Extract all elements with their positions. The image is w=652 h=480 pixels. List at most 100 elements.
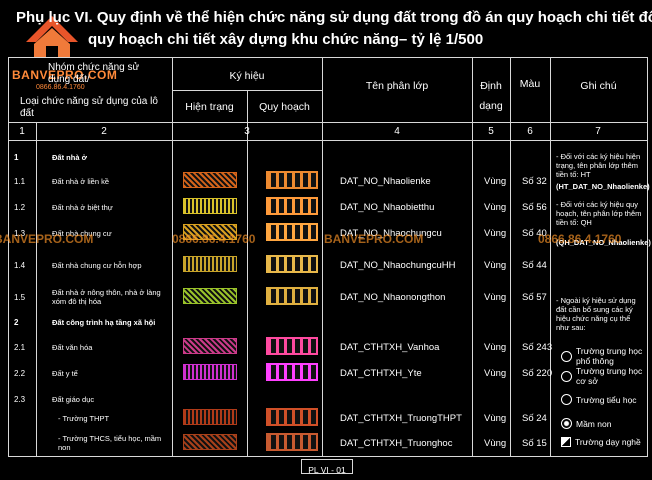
row-format: Vùng (484, 438, 507, 449)
col-number-4: 4 (394, 126, 400, 137)
header-note: Ghi chú (580, 80, 617, 92)
legend-text: Trường tiểu học (576, 394, 637, 405)
row-color: Số 24 (522, 413, 547, 424)
col-number-2: 2 (101, 126, 107, 137)
row-color: Số 220 (522, 368, 553, 379)
legend-item: Trường tiểu học (561, 394, 637, 405)
hatch-plan-symbol (266, 255, 318, 273)
watermark-site-right: BANVEPRO.COM (324, 232, 424, 246)
hatch-current-symbol (183, 364, 237, 380)
note-1-code: (HT_DAT_NO_Nhaolienke) (556, 182, 650, 191)
col-number-1: 1 (19, 126, 25, 137)
school-primary-icon (561, 394, 572, 405)
title-line-2: quy hoạch chi tiết xây dựng khu chức năn… (88, 31, 484, 48)
row-format: Vùng (484, 260, 507, 271)
hatch-current-symbol (183, 338, 237, 354)
row-layer: DAT_NO_Nhaolienke (340, 176, 431, 187)
row-id: 2.2 (14, 369, 26, 378)
header-plan: Quy hoạch (259, 101, 310, 113)
row-label: Đất văn hóa (52, 343, 93, 352)
col-number-6: 6 (527, 126, 533, 137)
row-id: 2.1 (14, 343, 26, 352)
legend-item: Trường dạy nghề (561, 437, 641, 447)
header-group: Nhóm chức năng sử dụng đất/ (48, 62, 140, 85)
header-symbol: Ký hiệu (229, 70, 265, 82)
legend-item: Mầm non (561, 418, 611, 429)
row-label: Đất nhà chung cư hỗn hợp (52, 261, 142, 270)
row-layer: DAT_CTHTXH_Truonghoc (340, 438, 453, 449)
row-label: Đất nhà ở nông thôn, nhà ở làng xóm đô t… (52, 288, 161, 306)
watermark-phone-left: 0866.86.4.1760 (172, 232, 256, 246)
row-layer: DAT_NO_Nhaonongthon (340, 292, 446, 303)
hatch-plan-symbol (266, 433, 318, 451)
legend-item: Trường trung học cơ sở (561, 366, 645, 386)
row-layer: DAT_CTHTXH_TruongTHPT (340, 413, 462, 424)
hatch-current-symbol (183, 288, 237, 304)
row-color: Số 243 (522, 342, 553, 353)
watermark-site-left: BANVEPRO.COM (0, 232, 94, 246)
row-id: 2.3 (14, 395, 26, 404)
hatch-current-symbol (183, 172, 237, 188)
legend-item: Trường trung học phổ thông (561, 346, 645, 366)
row-id: 1.1 (14, 177, 26, 186)
hatch-plan-symbol (266, 197, 318, 215)
row-color: Số 15 (522, 438, 547, 449)
row-id: 2 (14, 318, 19, 327)
row-label: - Trường THPT (58, 414, 110, 423)
row-format: Vùng (484, 368, 507, 379)
row-format: Vùng (484, 228, 507, 239)
row-label: Đất công trình hạ tầng xã hội (52, 318, 156, 327)
header-layer: Tên phân lớp (365, 80, 429, 92)
row-format: Vùng (484, 342, 507, 353)
note-1: - Đối với các ký hiệu hiện trạng, tên ph… (556, 152, 641, 179)
row-color: Số 57 (522, 292, 547, 303)
header-current: Hiện trạng (185, 101, 234, 113)
row-color: Số 44 (522, 260, 547, 271)
hatch-plan-symbol (266, 363, 318, 381)
school-mid-icon (561, 370, 572, 382)
row-layer: DAT_CTHTXH_Vanhoa (340, 342, 440, 353)
header-type: Loại chức năng sử dụng của lô đất (20, 96, 158, 119)
school-high-icon (561, 350, 572, 362)
legend-text: Mầm non (576, 418, 612, 429)
row-layer: DAT_NO_Nhaobietthu (340, 202, 435, 213)
row-label: Đất giáo dục (52, 395, 95, 404)
legend-text: Trường dạy nghề (575, 437, 641, 447)
hatch-plan-symbol (266, 171, 318, 189)
vocational-icon (561, 437, 571, 447)
row-id: 1 (14, 153, 19, 162)
row-label: Đất nhà ở biệt thự (52, 203, 113, 212)
title-line-1: Phụ lục VI. Quy định về thể hiện chức nă… (16, 9, 652, 26)
row-layer: DAT_NO_NhaochungcuHH (340, 260, 456, 271)
note-2: - Đối với các ký hiệu quy hoạch, tên phâ… (556, 200, 642, 227)
hatch-plan-symbol (266, 408, 318, 426)
note-3: - Ngoài ký hiệu sử dụng đất cần bổ sung … (556, 296, 636, 332)
row-label: - Trường THCS, tiểu học, mầm non (58, 434, 162, 452)
legend-text: Trường trung học cơ sở (576, 366, 643, 386)
header-format: Định dạng (479, 80, 503, 112)
footer-label: PL VI - 01 (308, 465, 346, 475)
row-format: Vùng (484, 202, 507, 213)
row-format: Vùng (484, 413, 507, 424)
row-color: Số 56 (522, 202, 547, 213)
row-id: 1.4 (14, 261, 26, 270)
hatch-current-symbol (183, 409, 237, 425)
kindergarten-icon (561, 418, 572, 429)
footer-tab: PL VI - 01 (301, 459, 353, 475)
row-label: Đất y tế (52, 369, 78, 378)
hatch-current-symbol (183, 434, 237, 450)
row-format: Vùng (484, 176, 507, 187)
row-label: Đất nhà ở liền kề (52, 177, 110, 186)
row-label: Đất nhà ở (52, 153, 87, 162)
hatch-plan-symbol (266, 287, 318, 305)
hatch-plan-symbol (266, 337, 318, 355)
watermark-phone-right: 0866.86.4.1760 (538, 232, 622, 246)
hatch-current-symbol (183, 198, 237, 214)
header-color: Màu (519, 78, 541, 90)
col-number-7: 7 (595, 126, 601, 137)
row-color: Số 32 (522, 176, 547, 187)
row-format: Vùng (484, 292, 507, 303)
row-id: 1.5 (14, 293, 26, 302)
hatch-plan-symbol (266, 223, 318, 241)
hatch-current-symbol (183, 256, 237, 272)
